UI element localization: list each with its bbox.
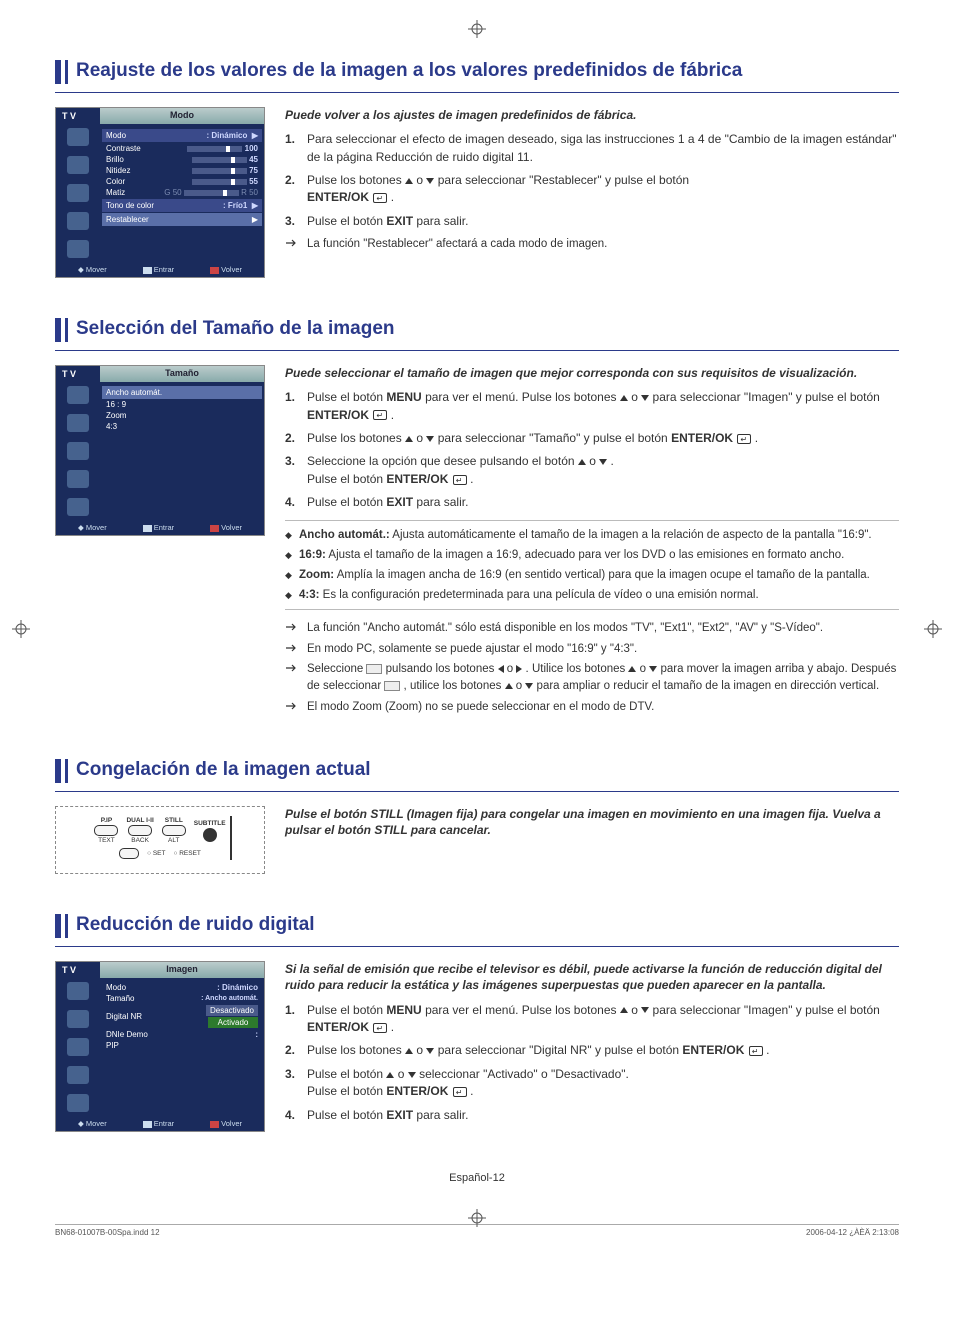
zoom-box-icon (366, 664, 382, 674)
section-size: Selección del Tamaño de la imagen T V Ta… (55, 318, 899, 719)
up-arrow-icon (405, 178, 413, 184)
osd-modo: T V Modo Modo: Dinámico ▶ Contraste 100 … (55, 107, 265, 278)
section-digital-nr: Reducción de ruido digital T V Imagen Mo… (55, 914, 899, 1132)
section-factory-reset: Reajuste de los valores de la imagen a l… (55, 60, 899, 278)
intro-text: Puede volver a los ajustes de imagen pre… (285, 107, 899, 123)
page-number: Español-12 (55, 1172, 899, 1184)
section-title: Reajuste de los valores de la imagen a l… (76, 60, 899, 84)
section-title: Selección del Tamaño de la imagen (76, 318, 899, 342)
zoom-box-icon (384, 681, 400, 691)
steps-list: 1.Para seleccionar el efecto de imagen d… (285, 131, 899, 230)
remote-diagram: P.IPTEXT DUAL I-IIBACK STILLALT SUBTITLE… (55, 806, 265, 874)
osd-tamano: T V Tamaño Ancho automát. 16 : 9 Zoom 4:… (55, 365, 265, 536)
section-freeze: Congelación de la imagen actual P.IPTEXT… (55, 759, 899, 874)
osd-imagen: T V Imagen Modo: Dinámico Tamaño: Ancho … (55, 961, 265, 1132)
enter-icon (373, 193, 387, 203)
